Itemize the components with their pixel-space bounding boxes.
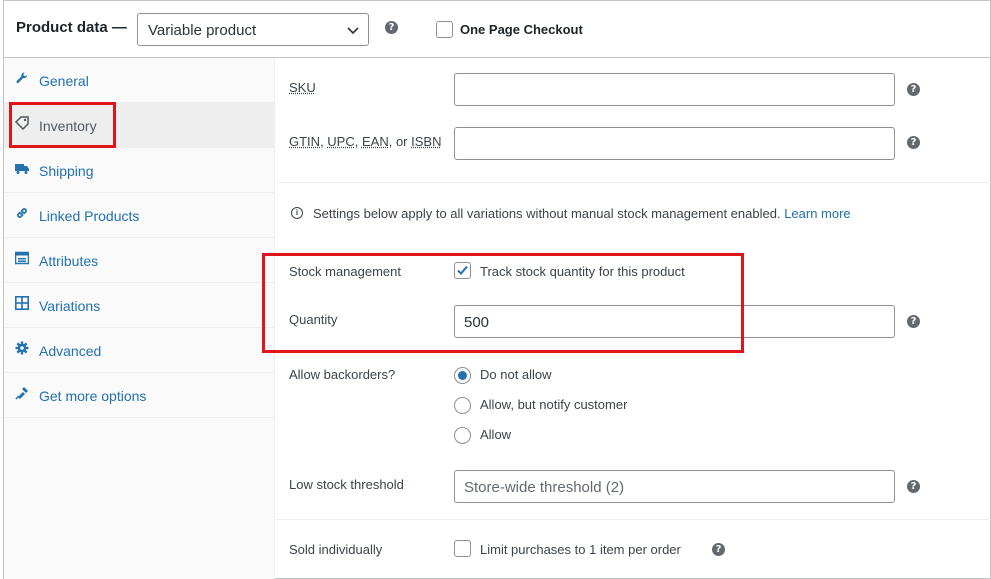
backorder-option-label: Allow <box>480 427 512 442</box>
inventory-highlight-box <box>9 102 116 148</box>
learn-more-link[interactable]: Learn more <box>784 206 850 221</box>
tab-label: Get more options <box>39 388 147 404</box>
tab-label: Advanced <box>39 343 102 359</box>
info-notice-text: Settings below apply to all variations w… <box>313 206 781 221</box>
tab-label: Linked Products <box>39 208 140 224</box>
link-icon <box>17 208 27 218</box>
tab-label: Shipping <box>39 163 94 179</box>
help-icon[interactable]: ? <box>907 315 920 328</box>
divider <box>276 182 991 183</box>
limit-purchases-label: Limit purchases to 1 item per order <box>480 542 681 557</box>
tab-label: Variations <box>39 298 101 314</box>
info-notice: Settings below apply to all variations w… <box>313 206 851 221</box>
one-page-checkout-label: One Page Checkout <box>460 22 583 37</box>
plugin-icon <box>15 387 28 400</box>
tab-general[interactable]: General <box>4 58 275 103</box>
help-icon[interactable]: ? <box>907 136 920 149</box>
tab-advanced[interactable]: Advanced <box>4 328 275 373</box>
low-stock-label: Low stock threshold <box>289 477 404 492</box>
help-icon[interactable]: ? <box>907 480 920 493</box>
help-icon[interactable]: ? <box>712 543 725 556</box>
gear-icon <box>15 341 29 355</box>
chevron-down-icon <box>347 27 359 35</box>
tab-label: Attributes <box>39 253 99 269</box>
backorder-option-label: Do not allow <box>480 367 552 382</box>
divider <box>276 519 991 520</box>
tab-variations[interactable]: Variations <box>4 283 275 328</box>
info-icon: i <box>291 207 303 219</box>
gtin-label: GTIN, UPC, EAN, or ISBN <box>289 134 441 149</box>
one-page-checkout-checkbox[interactable] <box>436 21 453 38</box>
tab-linked-products[interactable]: Linked Products <box>4 193 275 238</box>
gtin-abbr: GTIN <box>289 134 321 149</box>
or-text: or <box>395 134 412 149</box>
upc-abbr: UPC <box>327 134 355 149</box>
tab-shipping[interactable]: Shipping <box>4 148 275 193</box>
separator: , <box>388 134 396 149</box>
low-stock-placeholder: Store-wide threshold (2) <box>464 479 625 496</box>
help-icon[interactable]: ? <box>907 83 920 96</box>
separator: , <box>354 134 362 149</box>
stock-highlight-box <box>262 253 744 353</box>
list-icon <box>15 251 29 265</box>
truck-icon <box>15 164 29 174</box>
backorder-radio-do-not-allow[interactable] <box>454 367 471 384</box>
backorder-option-label: Allow, but notify customer <box>480 397 628 412</box>
product-type-select[interactable]: Variable product <box>137 13 369 46</box>
low-stock-input[interactable]: Store-wide threshold (2) <box>454 470 895 503</box>
product-data-panel: Product data — Variable product ? One Pa… <box>3 0 991 579</box>
gtin-input[interactable] <box>454 127 895 160</box>
tab-label: General <box>39 73 89 89</box>
sold-individually-checkbox[interactable] <box>454 540 471 557</box>
backorder-radio-allow[interactable] <box>454 427 471 444</box>
grid-icon <box>15 296 29 310</box>
tab-attributes[interactable]: Attributes <box>4 238 275 283</box>
help-icon[interactable]: ? <box>385 21 398 34</box>
product-data-header: Product data — Variable product ? One Pa… <box>4 1 990 58</box>
backorders-label: Allow backorders? <box>289 367 396 382</box>
product-type-value: Variable product <box>148 22 257 39</box>
backorder-radio-notify[interactable] <box>454 397 471 414</box>
sku-input[interactable] <box>454 73 895 106</box>
product-data-title: Product data — <box>16 19 127 36</box>
ean-abbr: EAN <box>361 134 389 149</box>
sold-individually-label: Sold individually <box>289 542 383 557</box>
isbn-abbr: ISBN <box>411 134 442 149</box>
sku-label: SKU <box>289 80 316 95</box>
wrench-icon <box>16 72 28 84</box>
tab-get-more-options[interactable]: Get more options <box>4 373 275 418</box>
